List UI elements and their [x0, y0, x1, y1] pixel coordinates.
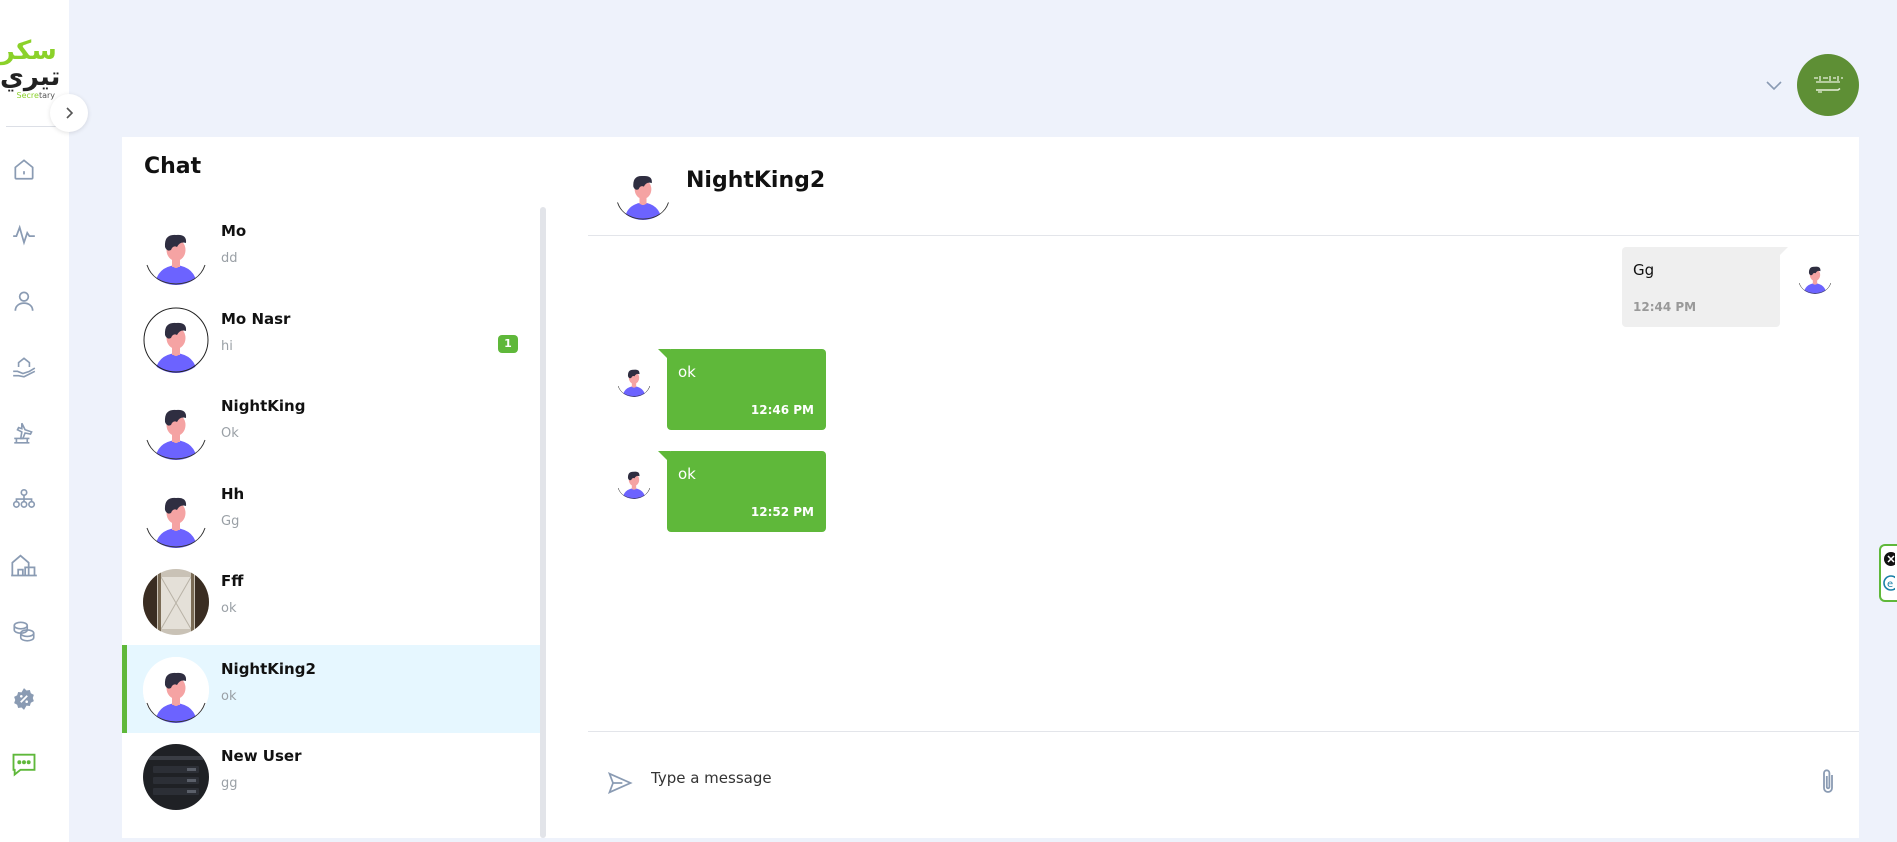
discount-icon[interactable]: [10, 685, 38, 713]
avatar: [143, 744, 209, 810]
paperclip-icon[interactable]: [1816, 767, 1842, 797]
coins-icon[interactable]: [10, 617, 38, 645]
logo-tagline-b: tary: [38, 91, 55, 100]
travel-icon[interactable]: [10, 419, 38, 447]
message-text: Gg: [1633, 261, 1655, 279]
avatar: [616, 361, 652, 397]
message-time: 12:44 PM: [1633, 300, 1697, 314]
contact-name: Mo Nasr: [221, 309, 291, 328]
person-avatar-icon: [1797, 258, 1833, 294]
conversation-header: NightKing2: [588, 154, 1859, 236]
contact-name: NightKing2: [221, 659, 316, 678]
message-text: ok: [678, 363, 696, 381]
contact-item[interactable]: NightKing Ok: [122, 382, 540, 470]
photo-avatar-icon: [143, 744, 209, 810]
contact-last-message: gg: [221, 776, 238, 791]
avatar: [143, 481, 209, 548]
contact-last-message: ok: [221, 688, 237, 704]
contact-last-message: Ok: [221, 426, 239, 441]
buildings-icon[interactable]: [10, 551, 38, 579]
avatar: [616, 463, 652, 499]
message-time: 12:52 PM: [750, 505, 814, 519]
contact-name: Hh: [221, 484, 245, 503]
avatar: [1797, 258, 1833, 294]
message-incoming: ok 12:46 PM: [667, 349, 826, 430]
contact-last-message: hi: [221, 338, 233, 354]
person-avatar-icon: [614, 162, 672, 220]
avatar: [143, 569, 209, 635]
user-avatar[interactable]: [1797, 54, 1859, 116]
hand-house-icon[interactable]: [10, 353, 38, 381]
person-avatar-icon: [143, 394, 209, 460]
avatar: [143, 656, 209, 723]
send-icon[interactable]: [606, 769, 634, 797]
contact-item[interactable]: Fff ok: [122, 557, 540, 645]
contact-last-message: Gg: [221, 513, 240, 529]
home-icon[interactable]: [10, 155, 38, 183]
message-incoming: ok 12:52 PM: [667, 451, 826, 532]
avatar: [143, 306, 209, 373]
bubble-tail: [1776, 247, 1788, 259]
photo-avatar-icon: [143, 569, 209, 635]
contact-name: NightKing: [221, 397, 306, 415]
svg-text:e: e: [1887, 579, 1893, 590]
conversation-name: NightKing2: [686, 168, 826, 193]
chat-nav-icon[interactable]: [10, 750, 38, 778]
person-avatar-icon: [143, 481, 209, 548]
contact-last-message: dd: [221, 251, 238, 266]
brand-logo: سكر تيري Secretary: [0, 38, 69, 102]
contact-item[interactable]: New User gg: [122, 732, 540, 820]
activity-icon[interactable]: [10, 221, 38, 249]
contact-last-message: ok: [221, 601, 237, 616]
message-text: ok: [678, 465, 696, 483]
contact-item[interactable]: Hh Gg: [122, 470, 540, 558]
contact-item[interactable]: NightKing2 ok: [122, 644, 540, 733]
person-avatar-icon: [143, 219, 209, 285]
contact-list-scrollbar[interactable]: [540, 207, 546, 838]
logo-line-1: سكر: [0, 36, 57, 66]
user-icon[interactable]: [10, 287, 38, 315]
floating-widget[interactable]: e: [1879, 544, 1897, 602]
avatar: [143, 219, 209, 285]
person-avatar-icon: [143, 306, 209, 373]
message-composer: [588, 731, 1859, 838]
sidebar-toggle-button[interactable]: [50, 94, 88, 132]
close-icon: e: [1883, 552, 1897, 591]
logo-tagline-a: Secre: [16, 91, 39, 100]
contact-item[interactable]: Mo Nasr hi 1: [122, 295, 540, 383]
person-avatar-icon: [616, 361, 652, 397]
message-outgoing: Gg 12:44 PM: [1622, 247, 1780, 327]
contact-name: New User: [221, 747, 302, 765]
chevron-down-icon[interactable]: [1763, 74, 1785, 96]
avatar: [614, 162, 672, 220]
message-input[interactable]: [651, 763, 1751, 793]
contact-name: Mo: [221, 222, 247, 240]
message-time: 12:46 PM: [750, 403, 814, 417]
logo-line-2: تيري: [0, 62, 61, 92]
network-icon[interactable]: [10, 485, 38, 513]
contact-list: Mo dd Mo Nasr hi 1 NightKing Ok Hh Gg Fff ok N…: [122, 207, 540, 838]
contact-item[interactable]: Mo dd: [122, 207, 540, 295]
avatar: [143, 394, 209, 460]
contact-name: Fff: [221, 572, 244, 590]
page-title: Chat: [144, 154, 202, 179]
flag-emblem-icon: [1814, 76, 1843, 93]
person-avatar-icon: [616, 463, 652, 499]
unread-badge: 1: [498, 334, 518, 353]
chevron-right-icon: [66, 107, 74, 119]
person-avatar-icon: [143, 656, 209, 723]
